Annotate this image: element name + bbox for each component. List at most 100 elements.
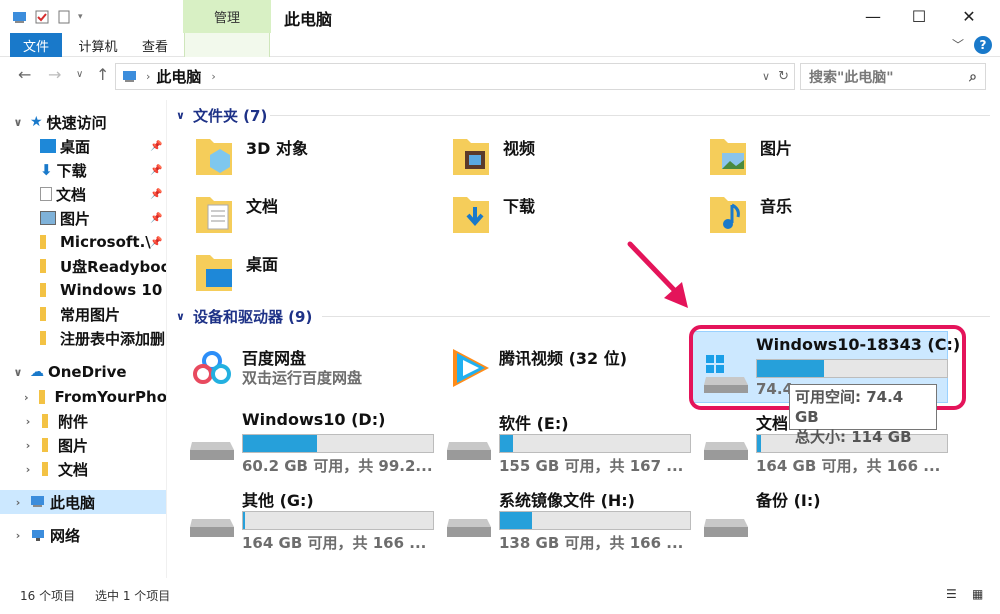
pin-icon[interactable]: 📌 [150,213,162,224]
sidebar-onedrive[interactable]: ∨ ☁ OneDrive [0,360,166,384]
folder-label: 音乐 [760,197,793,216]
pin-icon[interactable]: 📌 [150,165,162,176]
section-title: 设备和驱动器 (9) [192,308,313,326]
chevron-right-icon[interactable]: › [22,415,34,428]
forward-arrow-icon[interactable]: → [48,65,61,84]
search-icon[interactable]: ⌕ [969,69,977,85]
hard-drive-icon [447,442,491,460]
chevron-right-icon[interactable]: › [22,463,34,476]
hard-drive-icon [190,442,234,460]
app-baidu-netdisk[interactable]: 百度网盘 双击运行百度网盘 [190,345,435,417]
ribbon-expand-icon[interactable]: ﹀ [952,36,964,53]
sidebar-item-usb-readyboost[interactable]: U盘Readyboo [0,254,166,278]
pin-icon[interactable]: 📌 [150,141,162,152]
recent-locations-icon[interactable]: ∨ [76,69,83,80]
customize-toolbar-icon[interactable]: ▾ [78,12,83,22]
chevron-right-icon[interactable]: › [12,496,24,509]
sidebar-item-attachments[interactable]: › 附件 [0,409,166,433]
address-dropdown-icon[interactable]: ∨ [762,70,770,83]
drive-name: 系统镜像文件 (H:) [499,491,635,510]
drive-h[interactable]: 系统镜像文件 (H:) 138 GB 可用，共 166 ... [447,487,692,559]
app-subtitle: 双击运行百度网盘 [242,369,363,387]
properties-icon[interactable] [34,9,50,25]
back-arrow-icon[interactable]: ← [18,65,31,84]
drive-name: 其他 (G:) [242,491,314,510]
chevron-down-icon[interactable]: ∨ [12,116,24,129]
drive-name: 备份 (I:) [756,491,821,510]
sidebar-network[interactable]: › 网络 [0,523,166,547]
sidebar-item-microsoft[interactable]: Microsoft.\ 📌 [0,230,166,254]
cloud-icon: ☁ [30,364,44,380]
sidebar-label: 常用图片 [60,305,121,324]
folder-label: 图片 [760,139,793,158]
sidebar-item-windows10[interactable]: Windows 10 [0,278,166,302]
drive-d[interactable]: Windows10 (D:) 60.2 GB 可用，共 99.2... [190,410,435,482]
drive-summary: 155 GB 可用，共 167 ... [499,457,684,475]
drive-usage-bar [499,511,691,530]
sidebar-item-pictures[interactable]: 图片 📌 [0,206,166,230]
sidebar-item-registry[interactable]: 注册表中添加删 [0,326,166,350]
address-bar[interactable]: › 此电脑 › ∨ ↻ [115,63,795,90]
help-button[interactable]: ? [974,36,992,54]
folder-icon [40,235,46,249]
minimize-button[interactable]: — [850,0,896,33]
folder-3d-objects[interactable]: 3D 对象 [194,133,434,189]
pin-icon[interactable]: 📌 [150,189,162,200]
refresh-icon[interactable]: ↻ [778,69,789,84]
breadcrumb-this-pc[interactable]: 此电脑 [156,66,201,87]
folder-music[interactable]: 音乐 [708,191,948,247]
drive-usage-fill [243,435,318,452]
manage-context-tab[interactable]: 管理 [183,0,271,33]
folders-section-header[interactable]: ∨ 文件夹 (7) [176,105,267,126]
large-icons-view-icon[interactable]: ▦ [972,587,983,601]
sidebar-item-desktop[interactable]: 桌面 📌 [0,134,166,158]
up-arrow-icon[interactable]: ↑ [96,65,109,84]
sidebar-item-od-documents[interactable]: › 文档 [0,457,166,481]
maximize-button[interactable]: ☐ [896,0,942,33]
app-tencent-video[interactable]: 腾讯视频 (32 位) [447,345,692,417]
folder-videos[interactable]: 视频 [451,133,691,189]
close-button[interactable]: ✕ [946,0,992,33]
sidebar-item-fromyourphone[interactable]: › FromYourPho [0,385,166,409]
breadcrumb-chevron-icon[interactable]: › [146,70,150,83]
desktop-icon [40,139,56,153]
sidebar-item-common-pictures[interactable]: 常用图片 [0,302,166,326]
sidebar-item-downloads[interactable]: ⬇ 下载 📌 [0,158,166,182]
drive-i[interactable]: 备份 (I:) [704,487,949,559]
devices-section-header[interactable]: ∨ 设备和驱动器 (9) [176,306,312,327]
chevron-down-icon[interactable]: ∨ [176,310,185,323]
drive-e[interactable]: 软件 (E:) 155 GB 可用，共 167 ... [447,410,692,482]
chevron-down-icon[interactable]: ∨ [12,366,24,379]
sidebar-quick-access[interactable]: ∨ ★ 快速访问 [0,110,166,134]
tab-view[interactable]: 查看 [130,33,180,57]
folder-icon [42,414,48,428]
search-input[interactable]: 搜索"此电脑" ⌕ [800,63,986,90]
chevron-down-icon[interactable]: ∨ [176,109,185,122]
sidebar-item-od-pictures[interactable]: › 图片 [0,433,166,457]
chevron-right-icon[interactable]: › [12,529,24,542]
sidebar-label: 附件 [58,412,89,431]
tab-computer[interactable]: 计算机 [66,33,130,57]
new-folder-icon[interactable] [56,9,72,25]
details-view-icon[interactable]: ☰ [946,587,957,601]
chevron-right-icon[interactable]: › [22,439,34,452]
drive-usage-bar [242,434,434,453]
tab-file[interactable]: 文件 [10,33,62,57]
chevron-right-icon[interactable]: › [22,391,31,404]
annotation-arrow-icon [627,241,688,308]
drive-summary: 60.2 GB 可用，共 99.2... [242,457,433,475]
folder-desktop[interactable]: 桌面 [194,249,434,305]
drive-g[interactable]: 其他 (G:) 164 GB 可用，共 166 ... [190,487,435,559]
folder-documents[interactable]: 文档 [194,191,434,247]
folder-pictures[interactable]: 图片 [708,133,948,189]
network-icon [32,530,44,541]
breadcrumb-chevron-icon[interactable]: › [211,70,215,83]
drive-summary: 138 GB 可用，共 166 ... [499,534,684,552]
this-pc-icon [31,496,44,507]
drive-usage-bar [499,434,691,453]
sidebar-item-documents[interactable]: 文档 📌 [0,182,166,206]
pin-icon[interactable]: 📌 [150,237,162,248]
sidebar-this-pc[interactable]: › 此电脑 [0,490,166,514]
drive-name: 软件 (E:) [499,414,569,433]
tooltip-total-size: 总大小: 114 GB [795,428,912,446]
